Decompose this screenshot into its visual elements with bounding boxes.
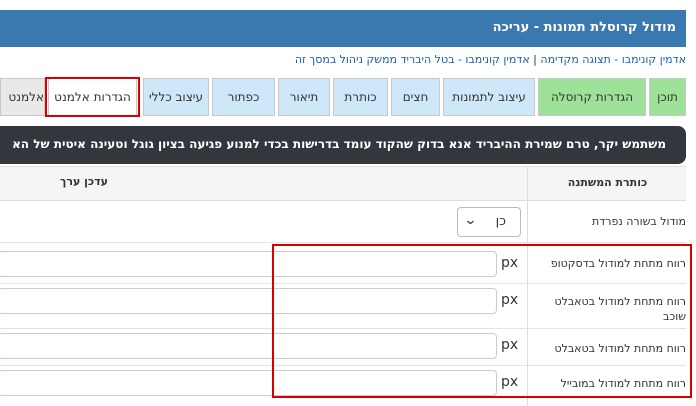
tab-image-design[interactable]: עיצוב לתמונות — [443, 78, 535, 116]
page-title: מודול קרוסלת תמונות - עריכה — [492, 20, 676, 35]
variable-column-header: כותרת המשתנה — [527, 166, 687, 199]
tab-content[interactable]: תוכן — [649, 78, 686, 116]
value-column-header: עדכן ערך — [60, 175, 108, 188]
warning-notice: משתמש יקר, טרם שמירת ההיבריד אנא בדוק שה… — [0, 126, 686, 164]
select-value: כן — [495, 214, 506, 229]
tab-description[interactable]: תיאור — [278, 78, 330, 116]
chevron-down-icon: ⌄ — [463, 213, 478, 228]
breadcrumb: אדמין קונימבו - תצוגה מקדימה | אדמין קונ… — [295, 53, 686, 66]
tab-arrows[interactable]: חצים — [391, 78, 440, 116]
tab-button[interactable]: כפתור — [212, 78, 275, 116]
preview-link[interactable]: אדמין קונימבו - תצוגה מקדימה — [540, 53, 686, 66]
tab-element[interactable]: אלמנט — [0, 78, 45, 116]
disable-hybrid-link[interactable]: אדמין קונימבו - בטל היבריד ממשק ניהול במ… — [295, 53, 530, 66]
tab-general-design[interactable]: עיצוב כללי — [143, 78, 209, 116]
row-divider — [0, 242, 686, 243]
active-tab-highlight — [45, 77, 140, 117]
separate-line-select[interactable]: כן ⌄ — [457, 207, 521, 237]
row-label-separate-line: מודול בשורה נפרדת — [592, 215, 686, 228]
notice-text: משתמש יקר, טרם שמירת ההיבריד אנא בדוק שה… — [12, 137, 666, 151]
spacing-rows-highlight — [272, 244, 692, 398]
page-header: מודול קרוסלת תמונות - עריכה — [0, 10, 686, 47]
tab-carousel-settings[interactable]: הגדרות קרוסלה — [538, 78, 646, 116]
tab-heading[interactable]: כותרת — [333, 78, 388, 116]
breadcrumb-separator: | — [533, 53, 537, 66]
